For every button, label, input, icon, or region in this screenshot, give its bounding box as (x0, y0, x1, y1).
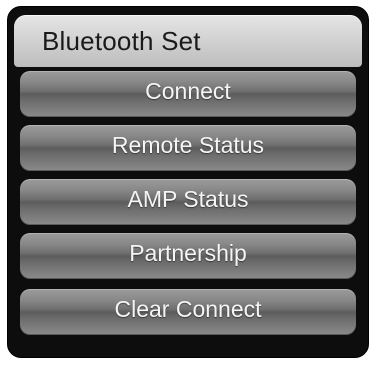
connect-button-label: Connect (145, 78, 231, 104)
partnership-button-label: Partnership (129, 240, 247, 266)
amp-status-button-label: AMP Status (127, 186, 249, 212)
connect-button[interactable]: Connect (20, 71, 356, 117)
page-title: Bluetooth Set (42, 26, 201, 56)
bluetooth-settings-panel: Bluetooth Set Connect Remote Status AMP … (7, 6, 369, 358)
remote-status-button[interactable]: Remote Status (20, 125, 356, 171)
amp-status-button[interactable]: AMP Status (20, 179, 356, 225)
clear-connect-button-label: Clear Connect (114, 296, 262, 322)
remote-status-button-label: Remote Status (111, 132, 265, 158)
clear-connect-button[interactable]: Clear Connect (20, 289, 356, 335)
partnership-button[interactable]: Partnership (20, 233, 356, 279)
title-bar: Bluetooth Set (14, 15, 362, 67)
